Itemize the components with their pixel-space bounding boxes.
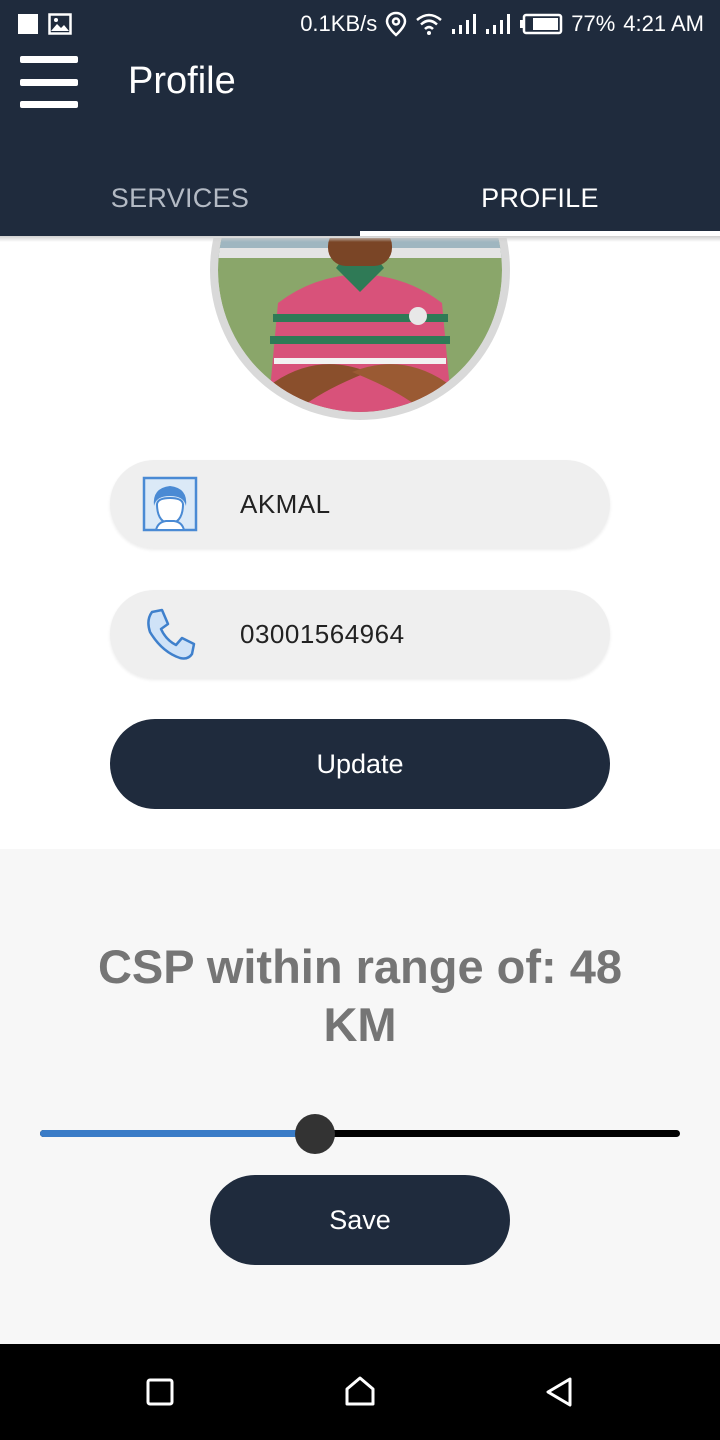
tab-bar: SERVICES PROFILE	[0, 160, 720, 236]
status-bar: 0.1KB/s 77% 4:21 AM	[0, 0, 720, 48]
battery-icon	[520, 13, 563, 35]
network-speed: 0.1KB/s	[300, 11, 378, 36]
wifi-icon	[416, 13, 443, 35]
phone-value: 03001564964	[240, 618, 405, 649]
name-value: AKMAL	[240, 488, 331, 519]
back-icon[interactable]	[540, 1372, 580, 1412]
range-slider[interactable]	[40, 1114, 680, 1154]
avatar-photo	[218, 238, 502, 412]
location-icon	[385, 11, 407, 37]
battery-percent: 77%	[571, 11, 616, 36]
tab-profile[interactable]: PROFILE	[360, 160, 720, 236]
save-button[interactable]: Save	[210, 1175, 510, 1265]
menu-icon[interactable]	[20, 56, 78, 108]
name-field[interactable]: AKMAL	[110, 460, 610, 548]
phone-field[interactable]: 03001564964	[110, 590, 610, 678]
phone-icon	[147, 608, 196, 660]
avatar[interactable]	[210, 238, 510, 420]
slider-thumb[interactable]	[295, 1114, 335, 1154]
app-bar-shadow	[0, 236, 720, 242]
app-bar: Profile SERVICES PROFILE	[0, 48, 720, 236]
notification-square-icon	[18, 14, 38, 34]
clock: 4:21 AM	[623, 11, 704, 36]
slider-fill	[40, 1130, 315, 1137]
avatar-container	[0, 238, 720, 428]
user-face-icon	[142, 476, 198, 532]
signal-icon	[452, 14, 477, 34]
recent-apps-icon[interactable]	[140, 1372, 180, 1412]
range-label: CSP within range of: 48 KM	[97, 940, 623, 1051]
home-icon[interactable]	[340, 1372, 380, 1412]
signal-icon-2	[486, 14, 511, 34]
range-panel	[0, 849, 720, 1344]
gallery-icon	[48, 13, 72, 35]
tab-services[interactable]: SERVICES	[0, 160, 360, 236]
navigation-bar	[0, 1344, 720, 1440]
page-title: Profile	[128, 60, 236, 102]
update-button[interactable]: Update	[110, 719, 610, 809]
